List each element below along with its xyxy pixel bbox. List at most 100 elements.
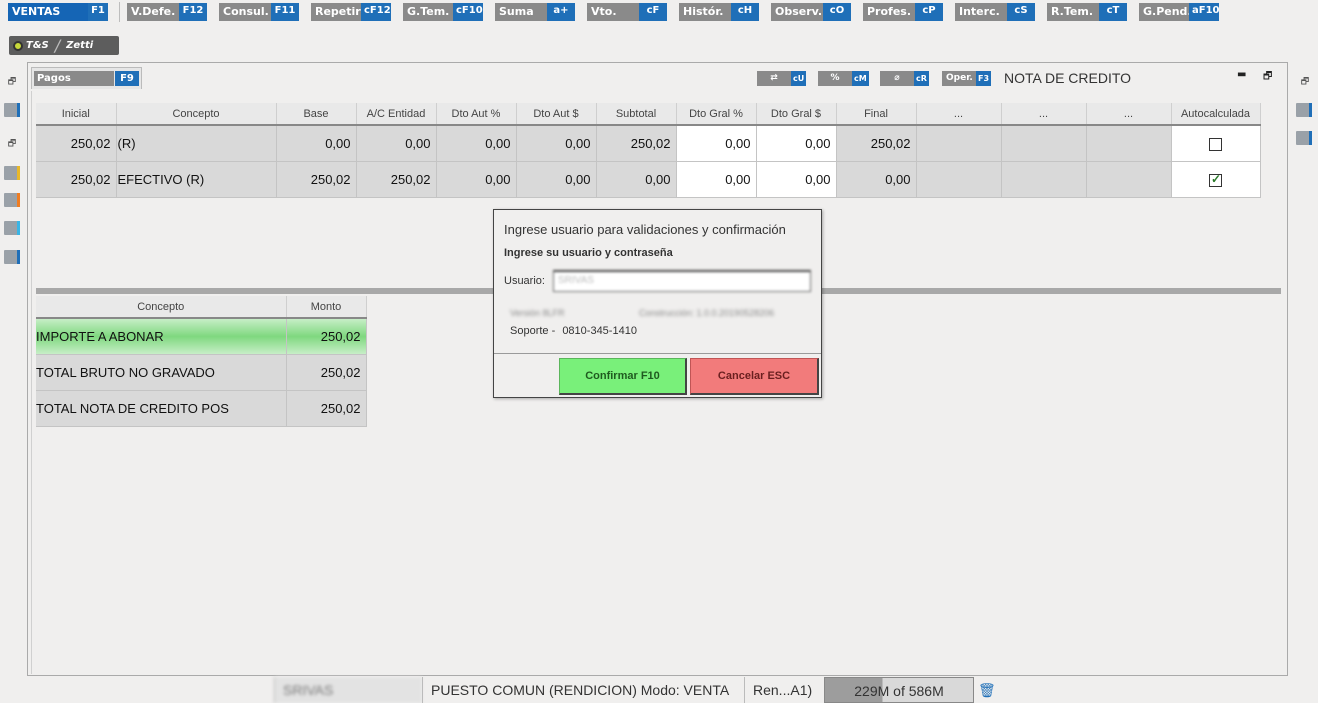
- cell-inicial: 250,02: [36, 125, 117, 162]
- tab-pagos[interactable]: Pagos F9: [31, 67, 142, 89]
- column-header[interactable]: Concepto: [36, 296, 287, 319]
- column-header[interactable]: Autocalculada: [1171, 103, 1261, 126]
- toolbar-button-rtem[interactable]: R.Tem. cT: [1047, 3, 1127, 21]
- toolbar-button-key: F12: [179, 3, 207, 21]
- dialog-divider: [494, 353, 821, 354]
- cell-dto-gral-pct[interactable]: 0,00: [676, 125, 757, 162]
- cell-monto: 250,02: [286, 354, 367, 391]
- cell-subtotal: 0,00: [596, 161, 677, 198]
- column-header[interactable]: ...: [1086, 103, 1172, 126]
- brand-logo: T&S / Zetti: [9, 36, 119, 55]
- percent-icon: %: [818, 71, 852, 86]
- cell-autocalculada: [1171, 125, 1261, 162]
- cell-final: 0,00: [836, 161, 917, 198]
- cell-extra: [1001, 161, 1087, 198]
- table-row[interactable]: 250,02 (R) 0,00 0,00 0,00 0,00 250,02 0,…: [36, 125, 1261, 162]
- column-header[interactable]: Dto Aut %: [436, 103, 517, 126]
- status-user: SRIVAS: [274, 677, 422, 703]
- restore-window-icon[interactable]: 🗗: [4, 138, 20, 152]
- cell-dto-aut-amt: 0,00: [516, 125, 597, 162]
- trash-icon[interactable]: 🗑: [976, 677, 998, 703]
- dialog-subtitle: Ingrese su usuario y contraseña: [504, 247, 673, 259]
- toolbar-button-gpend[interactable]: G.Pend. aF10: [1139, 3, 1220, 21]
- toolbar-button-interc[interactable]: Interc. cS: [955, 3, 1035, 21]
- toolbar-button-key: a+: [547, 3, 575, 21]
- toolbar-button-label: Profes.: [863, 3, 915, 21]
- restore-window-icon[interactable]: 🗗: [4, 76, 20, 90]
- side-shortcut-icon[interactable]: [4, 103, 20, 117]
- toolbar-button-gtem[interactable]: G.Tem. cF10: [403, 3, 483, 21]
- autocalculada-checkbox[interactable]: [1209, 137, 1222, 151]
- zero-button[interactable]: ⌀ cR: [880, 71, 929, 86]
- toolbar-button-key: cP: [915, 3, 943, 21]
- table-row[interactable]: 250,02 EFECTIVO (R) 250,02 250,02 0,00 0…: [36, 161, 1261, 198]
- toolbar-button-histor[interactable]: Histór. cH: [679, 3, 759, 21]
- column-header[interactable]: Final: [836, 103, 917, 126]
- toolbar-button-ventas[interactable]: VENTAS F1: [8, 3, 108, 21]
- cell-autocalculada: [1171, 161, 1261, 198]
- percent-button[interactable]: % cM: [818, 71, 869, 86]
- user-input[interactable]: SRIVAS: [553, 270, 811, 292]
- column-header[interactable]: ...: [916, 103, 1002, 126]
- toolbar-button-label: G.Pend.: [1139, 3, 1192, 21]
- version-text: Versión 8LFR: [510, 308, 565, 318]
- toolbar-button-vto[interactable]: Vto. cF: [587, 3, 667, 21]
- cell-dto-gral-amt[interactable]: 0,00: [756, 125, 837, 162]
- table-row[interactable]: IMPORTE A ABONAR 250,02: [36, 318, 367, 355]
- column-header[interactable]: Dto Gral %: [676, 103, 757, 126]
- column-header[interactable]: Inicial: [36, 103, 117, 126]
- tab-pagos-label: Pagos: [34, 71, 114, 86]
- toolbar-button-vdefe[interactable]: V.Defe. F12: [127, 3, 207, 21]
- toolbar-button-consul[interactable]: Consul. F11: [219, 3, 299, 21]
- toolbar-button-observ[interactable]: Observ. cO: [771, 3, 851, 21]
- cell-inicial: 250,02: [36, 161, 117, 198]
- table-row[interactable]: TOTAL BRUTO NO GRAVADO 250,02: [36, 354, 367, 391]
- cell-final: 250,02: [836, 125, 917, 162]
- toolbar-button-repetir[interactable]: Repetir cF12: [311, 3, 391, 21]
- cell-concepto: TOTAL NOTA DE CREDITO POS: [36, 390, 287, 427]
- column-header[interactable]: Dto Gral $: [756, 103, 837, 126]
- side-shortcut-icon[interactable]: [4, 221, 20, 235]
- restore-window-icon[interactable]: 🗗: [1297, 76, 1313, 90]
- toolbar-button-label: Repetir: [311, 3, 361, 21]
- autocalculada-checkbox[interactable]: [1209, 172, 1222, 187]
- side-shortcut-icon[interactable]: [4, 193, 20, 207]
- table-row[interactable]: TOTAL NOTA DE CREDITO POS 250,02: [36, 390, 367, 427]
- toolbar-button-label: G.Tem.: [403, 3, 453, 21]
- column-header[interactable]: Monto: [286, 296, 367, 319]
- column-header[interactable]: A/C Entidad: [356, 103, 437, 126]
- top-toolbar: VENTAS F1 V.Defe. F12 Consul. F11 Repeti…: [0, 0, 1318, 26]
- cell-dto-gral-amt[interactable]: 0,00: [756, 161, 837, 198]
- column-header[interactable]: ...: [1001, 103, 1087, 126]
- side-shortcut-icon[interactable]: [4, 250, 20, 264]
- side-shortcut-icon[interactable]: [1296, 131, 1312, 145]
- cell-concepto: TOTAL BRUTO NO GRAVADO: [36, 354, 287, 391]
- toolbar-button-suma[interactable]: Suma a+: [495, 3, 575, 21]
- toolbar-button-key: cS: [1007, 3, 1035, 21]
- toolbar-button-label: Consul.: [219, 3, 271, 21]
- swap-button[interactable]: ⇄ cU: [757, 71, 807, 86]
- dialog-title: Ingrese usuario para validaciones y conf…: [504, 222, 786, 237]
- toolbar-button-key: cF10: [453, 3, 483, 21]
- column-header[interactable]: Subtotal: [596, 103, 677, 126]
- column-header[interactable]: Dto Aut $: [516, 103, 597, 126]
- zero-icon: ⌀: [880, 71, 914, 86]
- side-shortcut-icon[interactable]: [1296, 103, 1312, 117]
- side-shortcut-icon[interactable]: [4, 166, 20, 180]
- toolbar-button-label: Vto.: [587, 3, 639, 21]
- column-header[interactable]: Base: [276, 103, 357, 126]
- minimize-icon[interactable]: ▬: [1237, 69, 1246, 80]
- control-label: Oper.: [942, 71, 976, 86]
- cell-concepto: (R): [116, 125, 277, 162]
- toolbar-button-key: F1: [88, 3, 108, 21]
- cell-dto-gral-pct[interactable]: 0,00: [676, 161, 757, 198]
- toolbar-button-profes[interactable]: Profes. cP: [863, 3, 943, 21]
- restore-window-icon[interactable]: 🗗: [1263, 69, 1272, 86]
- cell-extra: [916, 161, 1002, 198]
- oper-button[interactable]: Oper. F3: [942, 71, 992, 86]
- payments-table: Inicial Concepto Base A/C Entidad Dto Au…: [36, 103, 1261, 198]
- cancel-button[interactable]: Cancelar ESC: [690, 358, 819, 395]
- column-header[interactable]: Concepto: [116, 103, 277, 126]
- confirm-button[interactable]: Confirmar F10: [559, 358, 687, 395]
- user-label: Usuario:: [504, 275, 545, 287]
